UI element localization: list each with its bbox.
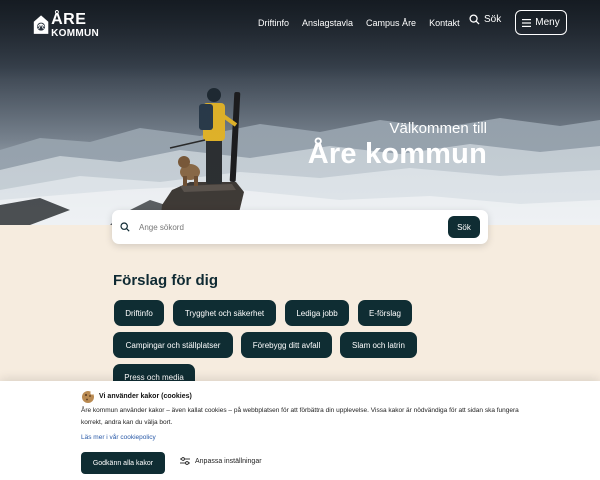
cookie-settings-button[interactable]: Anpassa inställningar — [180, 457, 262, 465]
main-nav: Driftinfo Anslagstavla Campus Åre Kontak… — [258, 16, 473, 30]
cookie-policy-link[interactable]: Läs mer i vår cookiepolicy — [81, 434, 156, 441]
logo-text-top: ÅRE — [51, 10, 87, 28]
nav-campus-are[interactable]: Campus Åre — [366, 18, 416, 28]
hero-title: Åre kommun — [307, 138, 487, 170]
header-search-button[interactable]: Sök — [469, 14, 501, 25]
nav-driftinfo[interactable]: Driftinfo — [258, 18, 289, 28]
nav-anslagstavla[interactable]: Anslagstavla — [302, 18, 353, 28]
menu-label: Meny — [535, 17, 560, 28]
chip-driftinfo[interactable]: Driftinfo — [114, 300, 164, 326]
search-icon — [469, 14, 480, 25]
search-submit-button[interactable]: Sök — [448, 216, 480, 238]
sliders-icon — [180, 457, 190, 465]
accept-all-cookies-button[interactable]: Godkänn alla kakor — [81, 452, 165, 474]
logo-text-bottom: KOMMUN — [51, 27, 99, 39]
header-search-label: Sök — [484, 14, 502, 25]
cookie-banner: Vi använder kakor (cookies) Åre kommun a… — [0, 381, 600, 480]
hamburger-icon — [522, 18, 532, 27]
search-bar: Sök — [112, 210, 488, 244]
chip-slam-och-latrin[interactable]: Slam och latrin — [340, 332, 417, 358]
logo-emblem-icon — [33, 15, 49, 34]
menu-button[interactable]: Meny — [515, 10, 567, 35]
chip-trygghet-och-sakerhet[interactable]: Trygghet och säkerhet — [173, 300, 276, 326]
cookie-icon — [82, 391, 94, 403]
chip-forebygg-ditt-avfall[interactable]: Förebygg ditt avfall — [241, 332, 332, 358]
search-icon — [120, 222, 130, 232]
hero-subtitle: Välkommen till — [389, 120, 487, 137]
nav-kontakt[interactable]: Kontakt — [429, 18, 460, 28]
chip-campingar-och-stallplatser[interactable]: Campingar och ställplatser — [113, 332, 233, 358]
search-input[interactable] — [139, 222, 429, 232]
cookie-text: Åre kommun använder kakor – även kallat … — [81, 407, 519, 426]
suggestions-heading: Förslag för dig — [113, 272, 218, 289]
chip-e-forslag[interactable]: E-förslag — [358, 300, 412, 326]
chip-lediga-jobb[interactable]: Lediga jobb — [285, 300, 349, 326]
cookie-title: Vi använder kakor (cookies) — [99, 393, 192, 400]
site-logo[interactable]: ÅRE KOMMUN — [33, 10, 99, 40]
cookie-settings-label: Anpassa inställningar — [195, 457, 262, 465]
